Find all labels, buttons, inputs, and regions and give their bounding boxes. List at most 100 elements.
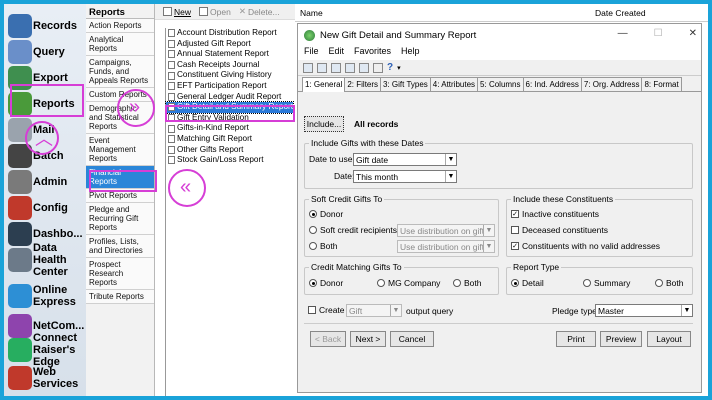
- preview-icon[interactable]: [345, 62, 355, 73]
- help-dropdown-icon[interactable]: ▾: [397, 64, 401, 72]
- menu-file[interactable]: File: [304, 46, 319, 60]
- matching-both-radio[interactable]: Both: [453, 278, 482, 288]
- category-item[interactable]: Prospect Research Reports: [86, 258, 154, 290]
- report-document-icon: [168, 124, 175, 133]
- checked-icon: ✓: [511, 242, 519, 250]
- open-button[interactable]: Open: [199, 7, 231, 17]
- report-list-item[interactable]: Constituent Giving History: [166, 70, 293, 81]
- tab-7[interactable]: 7: Org. Address: [580, 77, 643, 91]
- sidebar-item-web-services[interactable]: Web Services: [4, 358, 86, 396]
- inactive-checkbox[interactable]: ✓ Inactive constituents: [511, 209, 599, 219]
- soft-credit-distribution-select-2[interactable]: Use distribution on gift ▼: [397, 240, 495, 253]
- dialog-toolbar: ? ▾: [298, 60, 701, 76]
- sidebar-item-label: Data Health Center: [33, 242, 68, 278]
- report-list-item[interactable]: General Ledger Audit Report: [166, 92, 293, 103]
- menu-help[interactable]: Help: [401, 46, 420, 60]
- report-list-item[interactable]: Gifts-in-Kind Report: [166, 123, 293, 134]
- help-icon[interactable]: ?: [387, 62, 393, 73]
- report-list-item[interactable]: Stock Gain/Loss Report: [166, 155, 293, 166]
- filter-icon[interactable]: [317, 62, 327, 73]
- tab-1[interactable]: 1: General: [302, 77, 346, 92]
- soft-credit-both-radio[interactable]: Both: [309, 241, 338, 251]
- deceased-checkbox[interactable]: Deceased constituents: [511, 225, 608, 235]
- minimize-button[interactable]: —: [618, 28, 628, 39]
- report-list-item[interactable]: Other Gifts Report: [166, 145, 293, 156]
- category-item[interactable]: Event Management Reports: [86, 134, 154, 166]
- menu-favorites[interactable]: Favorites: [354, 46, 391, 60]
- new-button[interactable]: New: [163, 7, 191, 17]
- tab-8[interactable]: 8: Format: [641, 77, 682, 91]
- report-list-item[interactable]: Annual Statement Report: [166, 49, 293, 60]
- soft-credit-both-label: Both: [320, 241, 338, 251]
- report-dialog: New Gift Detail and Summary Report — ☐ ✕…: [297, 23, 702, 393]
- category-item[interactable]: Pledge and Recurring Gift Reports: [86, 203, 154, 235]
- open-label: Open: [210, 6, 231, 17]
- cancel-button[interactable]: Cancel: [390, 331, 434, 347]
- back-button[interactable]: < Back: [310, 331, 346, 347]
- no-address-checkbox[interactable]: ✓ Constituents with no valid addresses: [511, 241, 660, 251]
- matching-company-radio[interactable]: MG Company: [377, 278, 440, 288]
- soft-credit-distribution-select-1[interactable]: Use distribution on gift ▼: [397, 224, 495, 237]
- radio-icon: [453, 279, 461, 287]
- soft-credit-recipients-label: Soft credit recipients: [320, 225, 398, 235]
- next-button[interactable]: Next >: [350, 331, 386, 347]
- save-icon[interactable]: [303, 62, 313, 73]
- layout-button[interactable]: Layout: [647, 331, 691, 347]
- soft-credit-recipients-radio[interactable]: Soft credit recipients: [309, 225, 397, 235]
- output-query-label: output query: [406, 306, 454, 316]
- menu-edit[interactable]: Edit: [329, 46, 345, 60]
- report-type-summary-radio[interactable]: Summary: [583, 278, 630, 288]
- report-list-item[interactable]: Cash Receipts Journal: [166, 60, 293, 71]
- print-button[interactable]: Print: [556, 331, 596, 347]
- sidebar-item-label: Export: [33, 72, 68, 84]
- highlight-circle-right: »: [117, 89, 155, 127]
- report-type-group-label: Report Type: [511, 262, 562, 272]
- include-button[interactable]: Include...: [304, 116, 344, 132]
- report-type-detail-radio[interactable]: Detail: [511, 278, 544, 288]
- tab-5[interactable]: 5: Columns: [477, 77, 524, 91]
- tab-3[interactable]: 3: Gift Types: [380, 77, 431, 91]
- pledge-type-select[interactable]: Master ▼: [595, 304, 693, 317]
- date-select[interactable]: This month ▼: [353, 170, 457, 183]
- export-icon[interactable]: [359, 62, 369, 73]
- name-column-header[interactable]: Name: [300, 8, 323, 18]
- new-label: New: [174, 6, 192, 17]
- create-query-checkbox[interactable]: Create: [308, 305, 345, 315]
- radio-icon: [655, 279, 663, 287]
- report-detail-panel: Name Date Created New Gift Detail and Su…: [295, 4, 708, 396]
- category-item[interactable]: Analytical Reports: [86, 33, 154, 56]
- online-express-icon: [8, 284, 32, 308]
- sidebar-item-data-health-center[interactable]: Data Health Center: [4, 240, 86, 280]
- tab-4[interactable]: 4: Attributes: [429, 77, 479, 91]
- email-icon[interactable]: [373, 62, 383, 73]
- report-type-both-radio[interactable]: Both: [655, 278, 684, 288]
- category-item[interactable]: Action Reports: [86, 19, 154, 33]
- report-list-item[interactable]: Account Distribution Report: [166, 28, 293, 39]
- new-icon: [163, 7, 172, 16]
- date-to-use-select[interactable]: Gift date ▼: [353, 153, 457, 166]
- report-document-icon: [168, 92, 175, 101]
- category-item[interactable]: Tribute Reports: [86, 290, 154, 304]
- dates-group-label: Include Gifts with these Dates: [309, 138, 426, 148]
- maximize-button[interactable]: ☐: [654, 28, 663, 39]
- create-query-type-select[interactable]: Gift ▼: [346, 304, 402, 317]
- delete-button[interactable]: ✕ Delete...: [239, 6, 280, 17]
- report-list-item[interactable]: Adjusted Gift Report: [166, 39, 293, 50]
- tab-2[interactable]: 2: Filters: [344, 77, 382, 91]
- highlight-circle-left: «: [168, 169, 206, 207]
- close-button[interactable]: ✕: [689, 28, 697, 39]
- soft-credit-donor-radio[interactable]: Donor: [309, 209, 343, 219]
- report-list-item[interactable]: EFT Participation Report: [166, 81, 293, 92]
- categories-list: Action Reports Analytical Reports Campaign…: [86, 19, 154, 304]
- report-list-item[interactable]: Matching Gift Report: [166, 134, 293, 145]
- date-created-column-header[interactable]: Date Created: [595, 8, 646, 18]
- preview-button[interactable]: Preview: [600, 331, 642, 347]
- divider: [304, 323, 693, 324]
- print-icon[interactable]: [331, 62, 341, 73]
- report-type-detail-label: Detail: [522, 278, 544, 288]
- matching-donor-radio[interactable]: Donor: [309, 278, 343, 288]
- tab-6[interactable]: 6: Ind. Address: [522, 77, 582, 91]
- category-item[interactable]: Campaigns, Funds, and Appeals Reports: [86, 56, 154, 88]
- category-item[interactable]: Profiles, Lists, and Directories: [86, 235, 154, 258]
- sidebar-item-label: Dashbo...: [33, 228, 83, 240]
